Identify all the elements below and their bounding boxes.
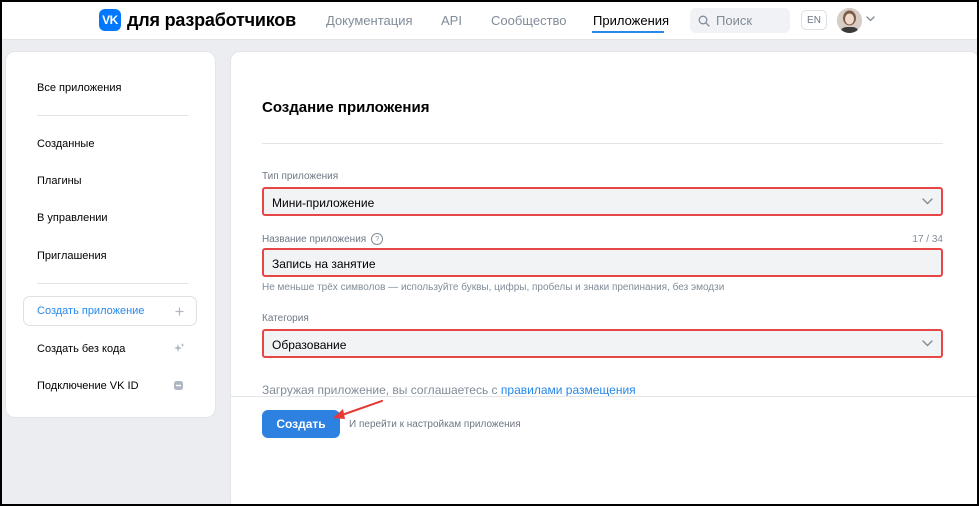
app-name-value: Запись на занятие [272, 257, 376, 271]
logo-text: для разработчиков [127, 9, 296, 30]
sparkle-icon [174, 343, 185, 352]
sidebar-item-created[interactable]: Созданные [37, 138, 94, 150]
help-icon[interactable]: ? [371, 233, 384, 245]
nav-community[interactable]: Сообщество [491, 13, 567, 28]
create-button[interactable]: Создать [262, 410, 340, 438]
app-name-input[interactable]: Запись на занятие [262, 248, 943, 277]
terms-text: Загружая приложение, вы соглашаетесь с [262, 383, 501, 397]
nav-docs[interactable]: Документация [326, 13, 413, 28]
title-divider [262, 143, 943, 144]
footer-divider [231, 396, 977, 397]
app-type-select[interactable]: Мини-приложение [262, 187, 943, 216]
sidebar-item-managed[interactable]: В управлении [37, 212, 108, 224]
sidebar: Все приложения Созданные Плагины В управ… [5, 51, 216, 418]
chevron-down-icon [922, 340, 933, 347]
sidebar-item-create-nocode[interactable]: Создать без кода [37, 343, 125, 355]
terms-link[interactable]: правилами размещения [501, 383, 636, 397]
app-name-label-text: Название приложения [262, 233, 367, 245]
chevron-down-icon [922, 198, 933, 205]
nav-apps[interactable]: Приложения [593, 13, 669, 28]
create-app-form: Создание приложения Тип приложения Мини-… [230, 51, 977, 504]
category-label-text: Категория [262, 313, 309, 324]
category-value: Образование [272, 338, 347, 352]
terms-notice: Загружая приложение, вы соглашаетесь с п… [262, 383, 636, 397]
app-type-label: Тип приложения [262, 171, 338, 182]
page-title: Создание приложения [262, 99, 430, 116]
category-select[interactable]: Образование [262, 329, 943, 358]
sidebar-item-all-apps[interactable]: Все приложения [37, 82, 121, 94]
chevron-down-icon[interactable] [866, 16, 875, 22]
sidebar-item-connect-vkid[interactable]: Подключение VK ID [37, 380, 139, 392]
plus-icon [175, 307, 184, 316]
sidebar-divider [37, 115, 188, 116]
search-placeholder: Поиск [716, 13, 753, 28]
nav-api[interactable]: API [441, 13, 462, 28]
sidebar-divider [37, 283, 188, 284]
language-switch[interactable]: EN [801, 10, 827, 30]
search-icon [698, 15, 710, 27]
avatar[interactable] [837, 8, 862, 33]
category-label: Категория [262, 313, 309, 324]
search-input[interactable]: Поиск [690, 8, 790, 33]
app-type-label-text: Тип приложения [262, 171, 339, 182]
top-header: VK для разработчиков Документация API Со… [2, 2, 977, 40]
app-type-value: Мини-приложение [272, 196, 375, 210]
browser-frame: VK для разработчиков Документация API Со… [0, 0, 979, 506]
after-create-text: И перейти к настройкам приложения [349, 419, 521, 430]
vk-dev-logo[interactable]: VK для разработчиков [99, 9, 296, 31]
app-name-hint: Не меньше трёх символов — используйте бу… [262, 282, 725, 293]
char-counter: 17 / 34 [912, 234, 943, 245]
nav-active-indicator [592, 31, 664, 33]
sidebar-item-invites[interactable]: Приглашения [37, 250, 107, 262]
sidebar-item-create-app[interactable]: Создать приложение [23, 296, 197, 326]
app-name-label: Название приложения ? [262, 233, 384, 245]
avatar-image [837, 8, 862, 33]
vkid-icon [174, 381, 183, 390]
sidebar-item-label: Создать приложение [37, 305, 145, 317]
vk-logo-icon: VK [99, 9, 121, 31]
sidebar-item-plugins[interactable]: Плагины [37, 175, 82, 187]
